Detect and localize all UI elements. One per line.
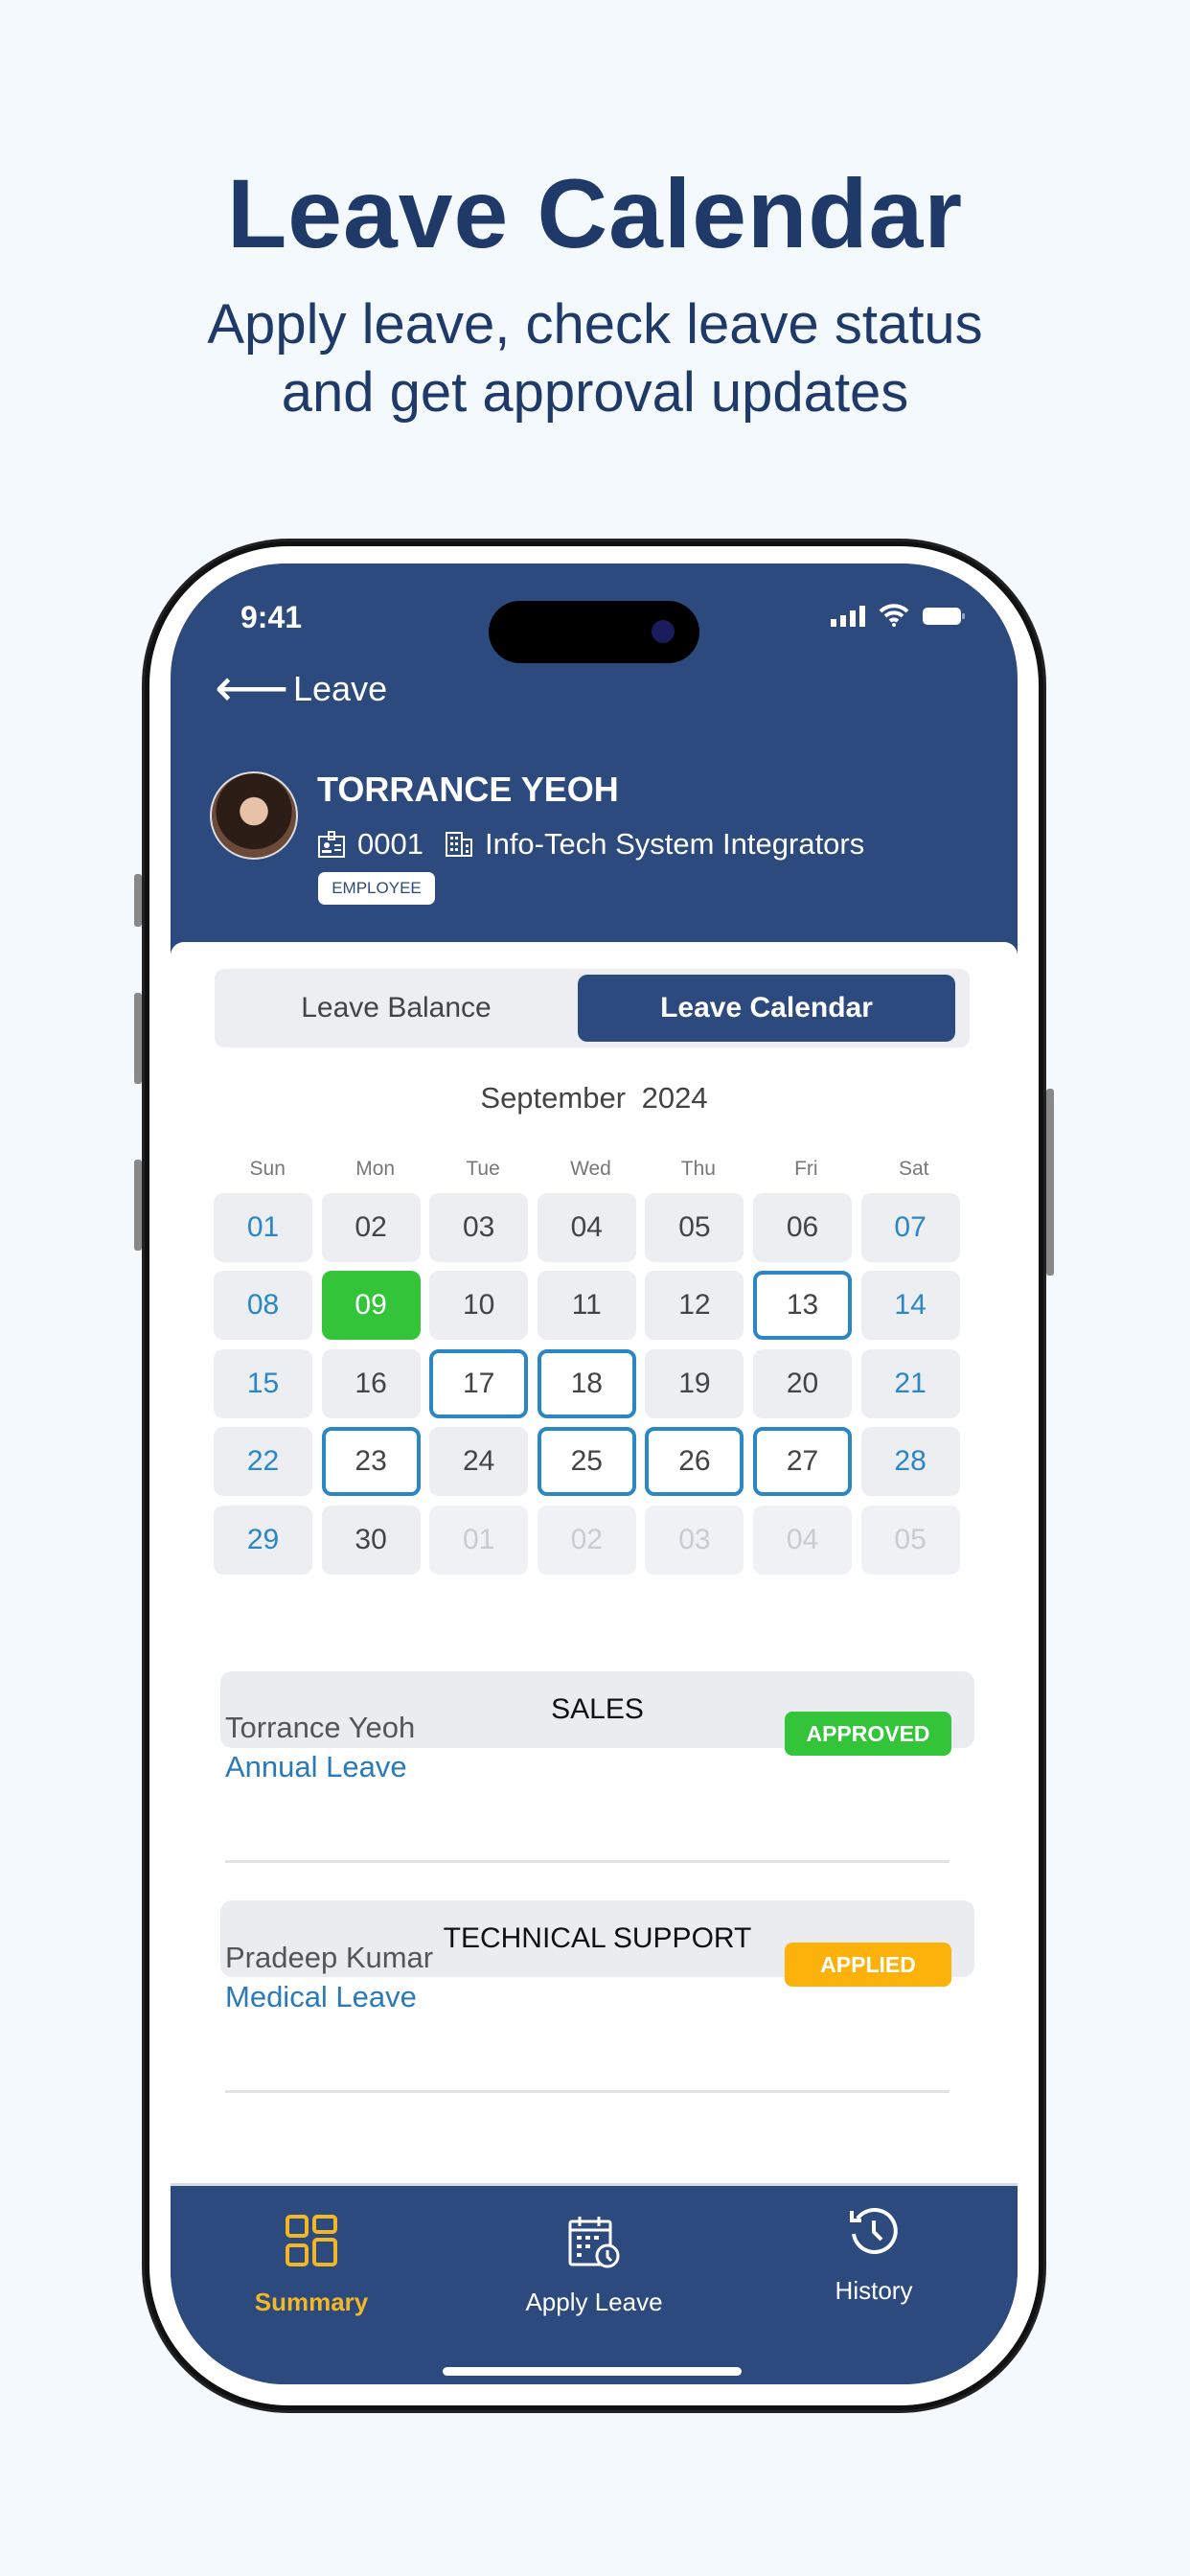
subtitle-line-2: and get approval updates bbox=[281, 361, 909, 424]
calendar-clock-icon bbox=[568, 2217, 620, 2268]
role-badge: EMPLOYEE bbox=[318, 872, 435, 905]
grid-icon bbox=[286, 2215, 337, 2266]
weekday-label: Fri bbox=[794, 1158, 818, 1180]
weekday-label: Thu bbox=[680, 1158, 716, 1180]
weekday-label: Tue bbox=[466, 1158, 500, 1180]
leave-type-link[interactable]: Medical Leave bbox=[225, 1980, 417, 2014]
nav-apply-leave[interactable]: Apply Leave bbox=[469, 2215, 719, 2317]
calendar-day-outlined[interactable]: 17 bbox=[429, 1348, 529, 1418]
subtitle-line-1: Apply leave, check leave status bbox=[207, 293, 983, 356]
calendar-day-day[interactable]: 05 bbox=[645, 1193, 744, 1262]
calendar-day-outlined[interactable]: 23 bbox=[321, 1427, 421, 1497]
history-icon bbox=[850, 2208, 898, 2254]
arrow-left-icon[interactable]: ⟵ bbox=[215, 662, 288, 714]
nav-summary[interactable]: Summary bbox=[187, 2215, 436, 2317]
calendar-day-muted[interactable]: 02 bbox=[537, 1505, 636, 1575]
calendar-day-weekend[interactable]: 29 bbox=[214, 1505, 312, 1575]
weekday-label: Wed bbox=[570, 1158, 611, 1180]
nav-history[interactable]: History bbox=[749, 2205, 998, 2306]
calendar-day-outlined[interactable]: 25 bbox=[537, 1427, 636, 1497]
app-screen: 9:41 ⟵ Leave TORRANCE YEOH 0001 Info-Tec… bbox=[171, 564, 1018, 2384]
nav-label: Apply Leave bbox=[525, 2288, 663, 2316]
calendar-day-weekend[interactable]: 15 bbox=[214, 1348, 312, 1418]
calendar-day-weekend[interactable]: 08 bbox=[214, 1271, 312, 1341]
calendar-day-day[interactable]: 11 bbox=[537, 1271, 636, 1341]
calendar-day-muted[interactable]: 03 bbox=[645, 1505, 744, 1575]
calendar-day-weekend[interactable]: 14 bbox=[860, 1271, 960, 1341]
calendar-day-day[interactable]: 06 bbox=[753, 1193, 852, 1262]
weekday-label: Sun bbox=[249, 1158, 286, 1180]
status-badge-approved: APPROVED bbox=[785, 1712, 951, 1756]
calendar-day-outlined[interactable]: 27 bbox=[753, 1427, 852, 1497]
dynamic-island bbox=[489, 601, 699, 663]
bottom-nav: Summary Apply Leave History bbox=[171, 2183, 1018, 2384]
leave-type-link[interactable]: Annual Leave bbox=[225, 1750, 407, 1784]
divider bbox=[225, 1860, 950, 1863]
calendar-day-day[interactable]: 12 bbox=[645, 1271, 744, 1341]
calendar-day-weekend[interactable]: 01 bbox=[214, 1193, 312, 1262]
nav-label: Summary bbox=[254, 2288, 369, 2316]
tab-leave-calendar[interactable]: Leave Calendar bbox=[578, 975, 955, 1042]
calendar-day-weekend[interactable]: 21 bbox=[860, 1348, 960, 1418]
calendar-day-day[interactable]: 20 bbox=[753, 1348, 852, 1418]
weekday-label: Mon bbox=[355, 1158, 396, 1180]
calendar-day-muted[interactable]: 01 bbox=[429, 1505, 529, 1575]
page-title: Leave bbox=[293, 669, 388, 708]
calendar-day-day[interactable]: 04 bbox=[537, 1193, 636, 1262]
calendar-day-day[interactable]: 03 bbox=[429, 1193, 529, 1262]
leave-employee-name: Torrance Yeoh bbox=[225, 1711, 416, 1744]
headline: Leave Calendar bbox=[226, 159, 964, 268]
phone-power-button bbox=[1046, 1089, 1054, 1276]
calendar-day-weekend[interactable]: 28 bbox=[860, 1427, 960, 1497]
phone-volume-up bbox=[134, 993, 142, 1084]
calendar-day-outlined[interactable]: 18 bbox=[537, 1348, 636, 1418]
weekday-label: Sat bbox=[898, 1158, 929, 1180]
status-badge-applied: APPLIED bbox=[785, 1943, 951, 1987]
calendar-day-weekend[interactable]: 07 bbox=[860, 1193, 960, 1262]
camera-icon bbox=[652, 620, 675, 643]
calendar-day-weekend[interactable]: 22 bbox=[214, 1427, 312, 1497]
content-card: Leave Balance Leave Calendar September 2… bbox=[171, 942, 1018, 2188]
employee-info-row: 0001 Info-Tech System Integrators bbox=[317, 827, 864, 862]
calendar-day-outlined[interactable]: 13 bbox=[753, 1271, 852, 1341]
calendar-day-muted[interactable]: 04 bbox=[753, 1505, 852, 1575]
calendar-day-day[interactable]: 19 bbox=[645, 1348, 744, 1418]
calendar-day-muted[interactable]: 05 bbox=[860, 1505, 960, 1575]
tab-leave-balance[interactable]: Leave Balance bbox=[215, 969, 578, 1047]
leave-employee-name: Pradeep Kumar bbox=[225, 1941, 434, 1974]
signal-icon bbox=[831, 606, 865, 627]
wifi-icon bbox=[879, 604, 909, 627]
weekday-header: Sun Mon Tue Wed Thu Fri Sat bbox=[214, 1158, 968, 1181]
id-badge-icon bbox=[318, 831, 345, 858]
phone-mute-switch bbox=[134, 874, 142, 927]
status-icons bbox=[831, 604, 965, 627]
calendar-day-day[interactable]: 24 bbox=[429, 1427, 529, 1497]
calendar-day-day[interactable]: 02 bbox=[321, 1193, 421, 1262]
calendar-day-day[interactable]: 10 bbox=[429, 1271, 529, 1341]
nav-label: History bbox=[835, 2276, 913, 2305]
calendar-day-day[interactable]: 30 bbox=[321, 1505, 421, 1575]
divider bbox=[225, 2090, 950, 2093]
calendar-day-outlined[interactable]: 26 bbox=[645, 1427, 744, 1497]
calendar-month-title: September 2024 bbox=[480, 1081, 708, 1115]
battery-icon bbox=[923, 608, 965, 625]
employee-id: 0001 bbox=[357, 827, 423, 861]
phone-volume-down bbox=[134, 1160, 142, 1251]
employee-name: TORRANCE YEOH bbox=[317, 770, 619, 809]
view-toggle: Leave Balance Leave Calendar bbox=[215, 969, 970, 1047]
calendar-day-day[interactable]: 16 bbox=[321, 1348, 421, 1418]
calendar-day-today[interactable]: 09 bbox=[321, 1271, 421, 1341]
home-indicator[interactable] bbox=[443, 2367, 742, 2376]
company-name: Info-Tech System Integrators bbox=[484, 827, 865, 861]
status-time: 9:41 bbox=[240, 600, 303, 634]
avatar bbox=[210, 771, 298, 860]
building-icon bbox=[445, 832, 472, 857]
